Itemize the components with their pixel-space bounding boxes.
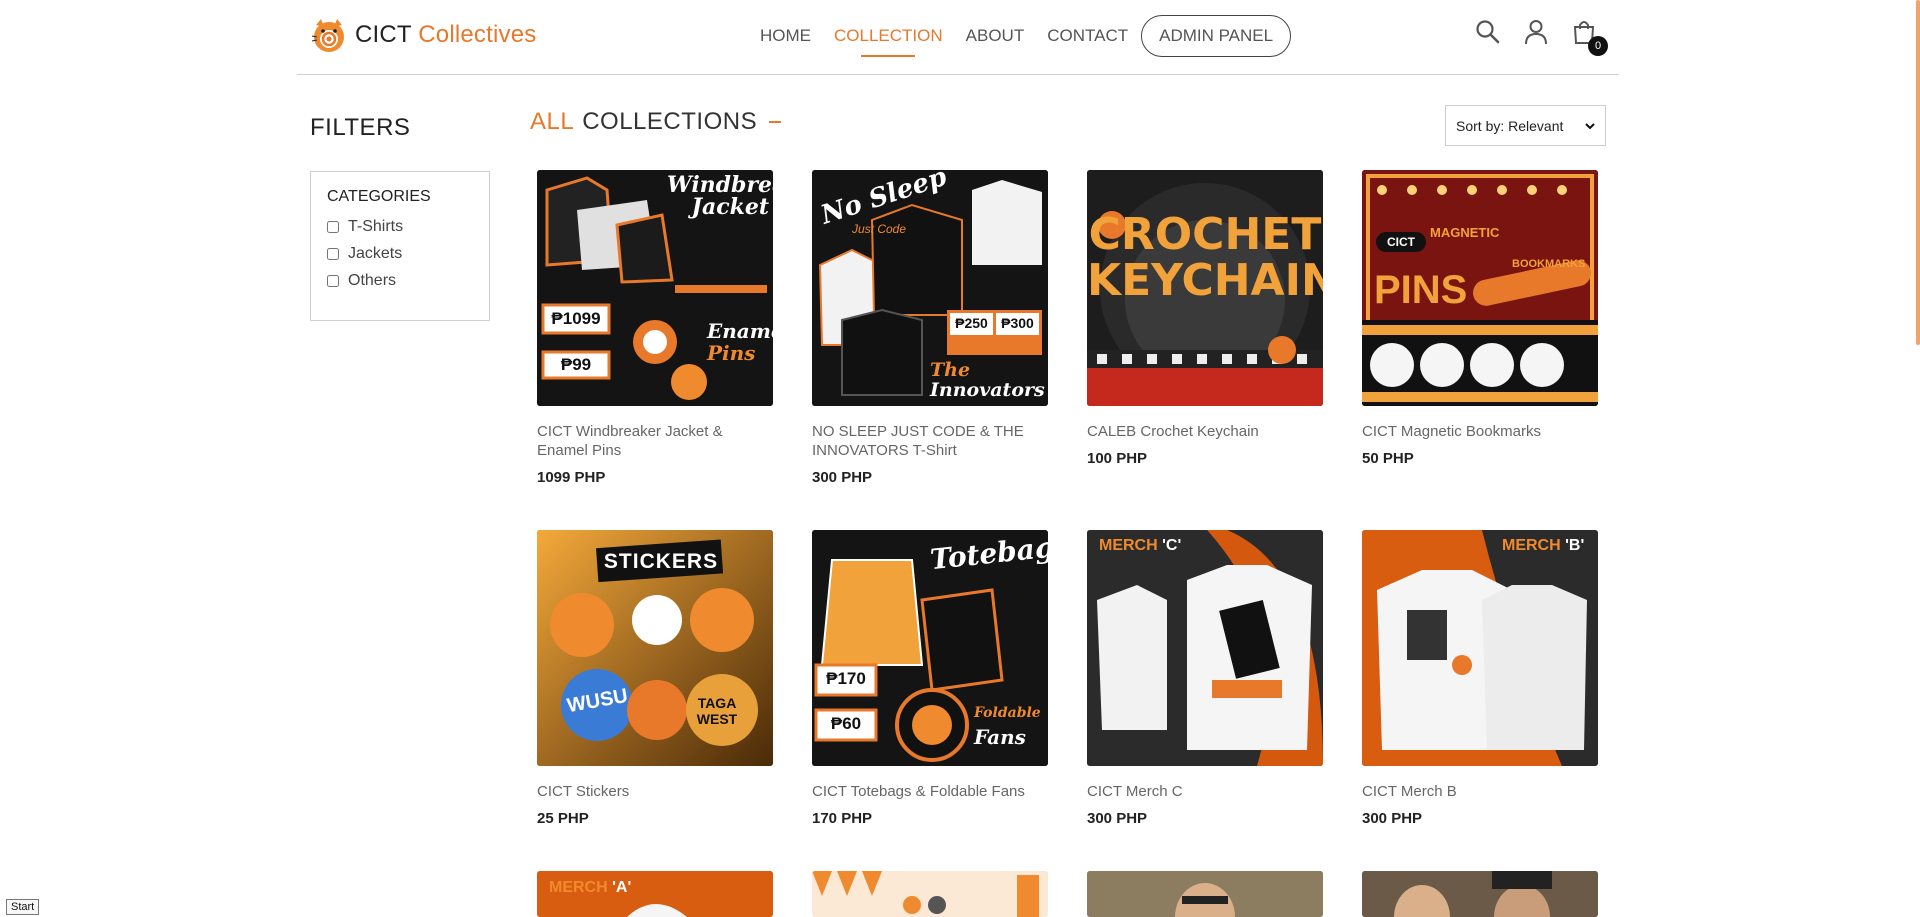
filter-tshirts[interactable]: T-Shirts (327, 218, 473, 236)
poster-text: CICT (1387, 235, 1415, 249)
product-price: 1099 PHP (537, 469, 606, 486)
site-header: CICT Collectives HOME COLLECTION ABOUT C… (297, 0, 1619, 75)
product-price: 300 PHP (812, 469, 873, 486)
product-name[interactable]: CALEB Crochet Keychain (1087, 422, 1323, 441)
product-image[interactable]: MERCH 'A' (537, 871, 773, 917)
poster-price: ₱60 (830, 714, 862, 733)
poster-text: Foldable Fans (974, 705, 1041, 749)
header-icons: 0 (1474, 18, 1618, 56)
product-image[interactable]: CROCHET KEYCHAIN (1087, 170, 1323, 406)
filters-heading[interactable]: FILTERS (310, 114, 410, 142)
poster-text: MERCH 'A' (549, 879, 632, 896)
sort-select[interactable]: Sort by: Relevant (1445, 105, 1606, 146)
brand-logo[interactable]: CICT Collectives (309, 15, 536, 55)
product-card[interactable]: WindbreakerJacket ₱1099 ₱99 EnamelPins C… (537, 170, 773, 486)
poster-text: MERCH 'B' (1502, 537, 1585, 554)
poster-price: ₱1099 (551, 309, 601, 328)
product-card[interactable]: MERCH 'A' (537, 871, 773, 917)
title-dash (769, 121, 782, 123)
cart-count-badge: 0 (1588, 36, 1608, 56)
product-image[interactable]: Totebags ₱170 ₱60 Foldable Fans (812, 530, 1048, 766)
product-image[interactable] (1362, 871, 1598, 917)
filter-jackets[interactable]: Jackets (327, 245, 473, 263)
poster-text: BOOKMARKS (1512, 258, 1586, 270)
product-name[interactable]: CICT Merch B (1362, 782, 1598, 801)
filter-tshirts-label: T-Shirts (348, 218, 404, 235)
nav-collection[interactable]: COLLECTION (834, 26, 943, 57)
cart-icon[interactable]: 0 (1570, 18, 1608, 56)
scrollbar-thumb[interactable] (1916, 0, 1920, 345)
filter-jackets-checkbox[interactable] (327, 248, 339, 260)
page-title-collections: COLLECTIONS (582, 108, 758, 135)
product-name[interactable]: CICT Merch C (1087, 782, 1323, 801)
poster-text: MAGNETIC (1430, 225, 1500, 240)
filter-others-label: Others (348, 272, 397, 289)
product-card[interactable] (812, 871, 1048, 917)
categories-heading: CATEGORIES (327, 188, 431, 205)
poster-text: CROCHET KEYCHAIN (1087, 209, 1323, 306)
chevron-down-icon (1585, 122, 1595, 129)
product-price: 100 PHP (1087, 450, 1148, 467)
product-card[interactable]: MERCH 'B' CICT Merch B 300 PHP (1362, 530, 1598, 827)
product-card[interactable]: Totebags ₱170 ₱60 Foldable Fans CICT Tote… (812, 530, 1048, 827)
product-price: 300 PHP (1087, 810, 1148, 827)
product-image[interactable]: No Sleep Just Code ₱250 ₱300 The Innovato… (812, 170, 1048, 406)
main-nav: HOME COLLECTION ABOUT CONTACT ADMIN PANE… (760, 15, 1292, 57)
product-name[interactable]: NO SLEEP JUST CODE & THE INNOVATORS T-Sh… (812, 422, 1048, 460)
search-icon[interactable] (1474, 18, 1502, 46)
filter-tshirts-checkbox[interactable] (327, 221, 339, 233)
poster-text: EnamelPins (707, 319, 773, 365)
poster-price: ₱300 (1001, 315, 1034, 331)
poster-text: STICKERS (603, 550, 719, 573)
product-image[interactable] (812, 871, 1048, 917)
product-card[interactable]: No Sleep Just Code ₱250 ₱300 The Innovato… (812, 170, 1048, 486)
product-image[interactable]: STICKERS WUSU TAGA WEST (537, 530, 773, 766)
brand-word-cict: CICT (355, 21, 412, 48)
product-name[interactable]: CICT Stickers (537, 782, 773, 801)
product-price: 50 PHP (1362, 450, 1414, 467)
product-card[interactable]: STICKERS WUSU TAGA WEST CICT Stickers 25… (537, 530, 773, 827)
brand-word-collectives: Collectives (418, 21, 537, 48)
nav-home[interactable]: HOME (760, 26, 811, 46)
product-image[interactable]: MERCH 'B' (1362, 530, 1598, 766)
admin-panel-button[interactable]: ADMIN PANEL (1141, 15, 1292, 57)
product-price: 25 PHP (537, 810, 589, 827)
poster-text: WindbreakerJacket (667, 172, 773, 220)
product-card[interactable] (1087, 871, 1323, 917)
category-filter-panel: CATEGORIES T-Shirts Jackets Others (310, 171, 490, 321)
poster-text: Just Code (852, 222, 907, 236)
poster-text: The Innovators (930, 359, 1045, 401)
product-price: 300 PHP (1362, 810, 1423, 827)
product-card[interactable]: CROCHET KEYCHAIN CALEB Crochet Keychain 1… (1087, 170, 1323, 467)
product-card[interactable]: CICT MAGNETIC BOOKMARKS PINS CICT Magnet… (1362, 170, 1598, 467)
nav-about[interactable]: ABOUT (966, 26, 1025, 46)
filter-jackets-label: Jackets (348, 245, 403, 262)
page-title-all: ALL (530, 108, 575, 135)
poster-price: ₱250 (955, 315, 988, 331)
nav-contact[interactable]: CONTACT (1047, 26, 1128, 46)
filter-others[interactable]: Others (327, 272, 473, 290)
product-name[interactable]: CICT Magnetic Bookmarks (1362, 422, 1598, 441)
brand-name: CICT Collectives (355, 21, 536, 49)
poster-text: MERCH 'C' (1099, 537, 1182, 554)
user-icon[interactable] (1522, 18, 1550, 46)
product-name[interactable]: CICT Totebags & Foldable Fans (812, 782, 1048, 801)
product-image[interactable] (1087, 871, 1323, 917)
page-title: ALL COLLECTIONS (530, 108, 782, 136)
sort-selected-value: Sort by: Relevant (1456, 117, 1564, 134)
product-image[interactable]: MERCH 'C' (1087, 530, 1323, 766)
product-price: 170 PHP (812, 810, 873, 827)
product-card[interactable] (1362, 871, 1598, 917)
filter-others-checkbox[interactable] (327, 275, 339, 287)
poster-price: ₱170 (826, 669, 866, 688)
poster-text: TAGA WEST (696, 695, 738, 727)
product-image[interactable]: CICT MAGNETIC BOOKMARKS PINS (1362, 170, 1598, 406)
start-button[interactable]: Start (6, 899, 40, 915)
product-image[interactable]: WindbreakerJacket ₱1099 ₱99 EnamelPins (537, 170, 773, 406)
product-card[interactable]: MERCH 'C' CICT Merch C 300 PHP (1087, 530, 1323, 827)
poster-price: ₱99 (560, 355, 592, 374)
tiger-logo-icon (309, 15, 349, 55)
poster-text: PINS (1374, 268, 1468, 312)
product-name[interactable]: CICT Windbreaker Jacket & Enamel Pins (537, 422, 773, 460)
